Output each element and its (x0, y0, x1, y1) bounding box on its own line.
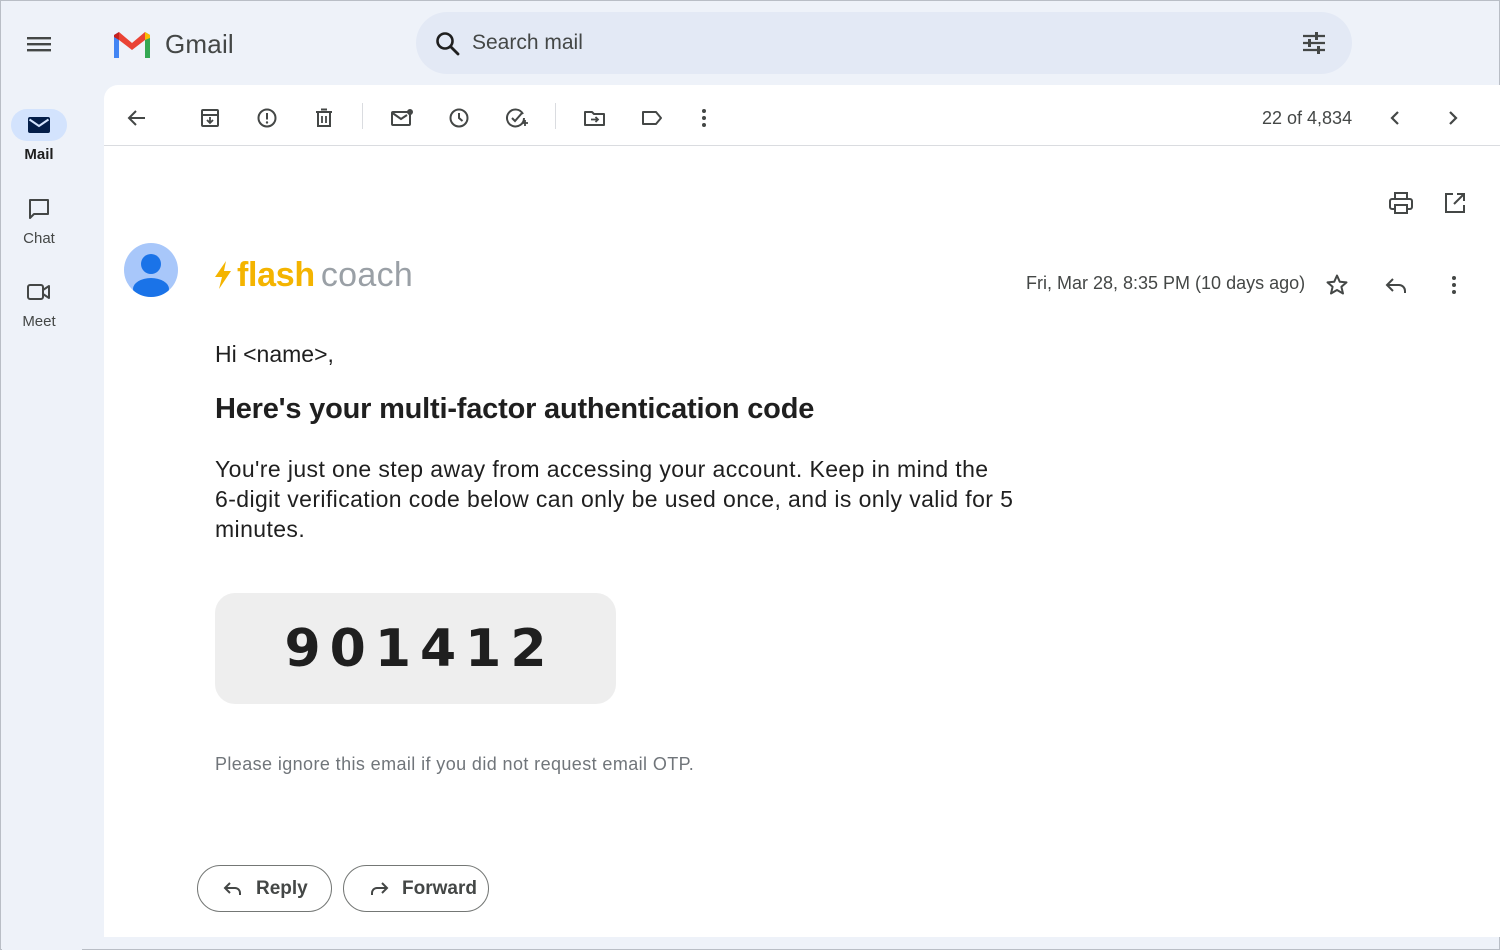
archive-icon[interactable] (192, 100, 228, 136)
sender-logo-flash: flash (237, 255, 315, 294)
print-icon[interactable] (1383, 185, 1419, 221)
rail-item-label: Mail (24, 146, 54, 163)
message-toolbar: 22 of 4,834 (104, 85, 1500, 146)
search-bar[interactable] (416, 12, 1352, 74)
chat-icon (11, 193, 67, 225)
mark-unread-icon[interactable] (384, 100, 420, 136)
rail-item-mail[interactable]: Mail (2, 109, 76, 163)
video-icon (11, 276, 67, 308)
toolbar-divider (555, 103, 556, 129)
email-body: You're just one step away from accessing… (215, 456, 1014, 542)
gmail-window: Mail Chat Meet Gmail Search mail 22 of 4… (0, 0, 1500, 950)
main-menu-icon[interactable] (25, 33, 53, 55)
gmail-logo[interactable]: Gmail (111, 27, 234, 61)
rail-item-meet[interactable]: Meet (2, 276, 76, 330)
toolbar-divider (362, 103, 363, 129)
forward-icon (371, 881, 389, 895)
pagination-count: 22 of 4,834 (1262, 108, 1353, 128)
message-pane: 22 of 4,834 flash coach Fri, Mar 28, 8:3… (104, 85, 1500, 937)
email-greeting: Hi <name>, (215, 341, 334, 367)
otp-code: 901412 (284, 618, 556, 679)
delete-icon[interactable] (306, 100, 342, 136)
label-icon[interactable] (634, 100, 670, 136)
app-name: Gmail (165, 28, 234, 59)
back-arrow-icon[interactable] (119, 100, 155, 136)
sender-avatar[interactable] (124, 243, 178, 297)
rail-item-chat[interactable]: Chat (2, 193, 76, 247)
gmail-m-icon (114, 32, 150, 58)
left-rail: Mail Chat Meet (2, 2, 82, 950)
more-vert-icon[interactable] (1438, 269, 1470, 301)
email-footnote: Please ignore this email if you did not … (215, 754, 695, 774)
search-icon[interactable] (434, 30, 462, 63)
rail-item-label: Meet (22, 313, 56, 330)
open-in-new-window-icon[interactable] (1437, 185, 1473, 221)
move-to-icon[interactable] (577, 100, 613, 136)
search-options-icon[interactable] (1300, 29, 1328, 62)
snooze-icon[interactable] (441, 100, 477, 136)
reply-icon[interactable] (1380, 269, 1412, 301)
reply-label: Reply (256, 877, 308, 899)
forward-button[interactable]: Forward (343, 865, 489, 912)
otp-code-box: 901412 (215, 593, 616, 704)
sender-logo: flash coach (212, 255, 413, 295)
email-headline: Here's your multi-factor authentication … (215, 393, 815, 425)
add-task-icon[interactable] (499, 100, 535, 136)
more-vert-icon[interactable] (686, 100, 722, 136)
reply-icon (223, 881, 241, 895)
rail-item-label: Chat (23, 230, 55, 247)
reply-button[interactable]: Reply (197, 865, 332, 912)
forward-label: Forward (402, 877, 477, 899)
older-chevron-icon[interactable] (1435, 100, 1471, 136)
report-spam-icon[interactable] (249, 100, 285, 136)
star-icon[interactable] (1321, 269, 1353, 301)
search-input[interactable] (472, 25, 1272, 61)
sender-logo-coach: coach (320, 255, 414, 294)
mail-icon (11, 109, 67, 141)
message-date: Fri, Mar 28, 8:35 PM (10 days ago) (1026, 273, 1306, 293)
newer-chevron-icon[interactable] (1377, 100, 1413, 136)
lightning-bolt-icon (215, 261, 231, 289)
